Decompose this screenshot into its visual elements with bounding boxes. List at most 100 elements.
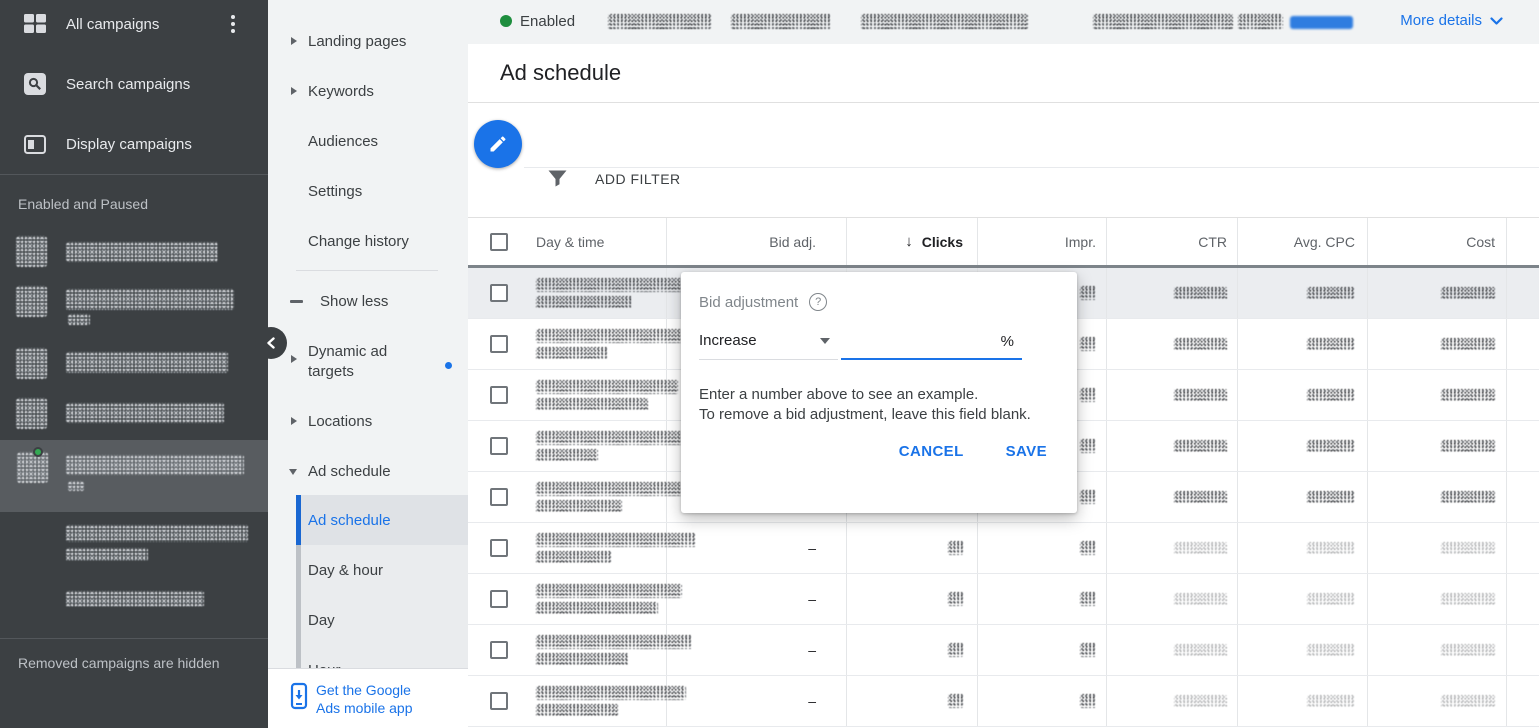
mobile-app-promo[interactable]: Get the Google Ads mobile app (268, 668, 468, 728)
redacted-text (536, 500, 622, 513)
column-header-cost[interactable]: Cost (1368, 218, 1507, 265)
redacted-value (1441, 593, 1495, 606)
table-row[interactable]: – (468, 625, 1539, 676)
chevron-right-icon (291, 87, 297, 95)
show-less-label: Show less (320, 292, 388, 312)
add-filter-label: ADD FILTER (595, 171, 681, 187)
save-button[interactable]: SAVE (1006, 443, 1047, 460)
minus-icon (290, 300, 303, 303)
nav-item-label: Locations (308, 412, 372, 432)
bid-adjustment-input[interactable] (841, 333, 1001, 350)
redacted-text (1238, 14, 1283, 29)
redacted-value (1080, 337, 1096, 351)
redacted-value (1174, 593, 1227, 606)
main-content: Enabled More details Ad schedule ADD FIL… (468, 0, 1539, 728)
redacted-text (536, 602, 658, 615)
redacted-value (1441, 644, 1495, 657)
divider (296, 270, 438, 271)
promo-text: Get the Google Ads mobile app (316, 681, 413, 717)
column-label: Day & time (536, 234, 604, 250)
redacted-value (1307, 440, 1355, 453)
row-checkbox[interactable] (490, 539, 508, 557)
redacted-text (536, 278, 686, 292)
row-checkbox[interactable] (490, 590, 508, 608)
redacted-value (1080, 541, 1096, 555)
campaign-icon (16, 286, 47, 317)
nav-item-label: Day (308, 612, 335, 629)
display-icon (24, 135, 46, 154)
help-icon[interactable]: ? (809, 293, 827, 311)
table-row[interactable]: – (468, 574, 1539, 625)
redacted-value (1174, 389, 1227, 402)
redacted-text (68, 314, 90, 325)
column-header-bid-adj[interactable]: Bid adj. (667, 218, 847, 265)
nav-item-ad-schedule[interactable]: Ad schedule (296, 495, 468, 545)
column-header-avg-cpc[interactable]: Avg. CPC (1238, 218, 1368, 265)
redacted-value (1080, 694, 1096, 708)
sidebar-item-search-campaigns[interactable]: Search campaigns (0, 62, 268, 106)
column-header-impr[interactable]: Impr. (978, 218, 1107, 265)
sidebar-item-display-campaigns[interactable]: Display campaigns (0, 122, 268, 166)
bid-adjustment-input-field: % (841, 332, 1022, 360)
nav-item-label: Ad schedule (308, 462, 391, 482)
row-checkbox[interactable] (490, 692, 508, 710)
redacted-value (1307, 491, 1355, 504)
sidebar-item-label: Display campaigns (66, 136, 192, 153)
redacted-value (1307, 338, 1355, 351)
redacted-value (1080, 439, 1096, 453)
cancel-button[interactable]: CANCEL (899, 443, 964, 460)
campaign-icon (16, 348, 47, 379)
row-checkbox[interactable] (490, 488, 508, 506)
table-row[interactable]: – (468, 676, 1539, 727)
row-checkbox[interactable] (490, 386, 508, 404)
redacted-text (66, 352, 228, 373)
nav-item-day-hour[interactable]: Day & hour (296, 545, 468, 595)
redacted-text (861, 14, 1028, 29)
redacted-value (1441, 542, 1495, 555)
redacted-link[interactable] (1290, 16, 1353, 29)
redacted-value (1080, 592, 1096, 606)
redacted-value (1307, 389, 1355, 402)
column-header-day-time[interactable]: Day & time (468, 218, 667, 265)
redacted-value (1080, 388, 1096, 402)
campaign-status: Enabled (520, 13, 575, 30)
add-filter-button[interactable]: ADD FILTER (548, 170, 681, 187)
sidebar-item-label: Search campaigns (66, 76, 190, 93)
redacted-text (536, 584, 682, 598)
row-checkbox[interactable] (490, 284, 508, 302)
select-all-checkbox[interactable] (490, 233, 508, 251)
nav-item-day[interactable]: Day (296, 595, 468, 645)
more-details-button[interactable]: More details (1400, 12, 1503, 29)
campaign-item-selected[interactable] (0, 440, 268, 512)
column-header-ctr[interactable]: CTR (1107, 218, 1238, 265)
chevron-right-icon (291, 417, 297, 425)
redacted-value (1080, 490, 1096, 504)
chevron-down-icon (289, 469, 297, 475)
redacted-value (1174, 287, 1227, 300)
column-header-clicks-sorted[interactable]: ↓ Clicks (847, 218, 978, 265)
row-checkbox[interactable] (490, 641, 508, 659)
redacted-text (536, 686, 686, 700)
more-menu-icon[interactable] (231, 15, 235, 36)
pencil-icon (488, 134, 508, 154)
redacted-value (948, 643, 963, 657)
campaign-status-bar: Enabled More details (468, 0, 1539, 44)
divider (524, 167, 1539, 168)
redacted-value (1441, 389, 1495, 402)
divider (0, 638, 268, 639)
sidebar-item-all-campaigns[interactable]: All campaigns (0, 2, 268, 46)
collapse-sidebar-button[interactable] (255, 327, 287, 359)
page-nav-sidebar: Landing pages Keywords Audiences Setting… (268, 0, 468, 728)
redacted-text (536, 398, 648, 411)
nav-item-label: Audiences (308, 132, 378, 152)
redacted-text (536, 551, 612, 564)
dropdown-caret-icon (820, 338, 830, 344)
table-row[interactable]: – (468, 523, 1539, 574)
nav-item-hour[interactable]: Hour (296, 645, 468, 668)
row-checkbox[interactable] (490, 437, 508, 455)
row-checkbox[interactable] (490, 335, 508, 353)
chevron-left-icon (266, 337, 276, 349)
bid-direction-dropdown[interactable]: Increase (699, 332, 838, 360)
edit-button[interactable] (474, 120, 522, 168)
redacted-text (536, 296, 632, 309)
